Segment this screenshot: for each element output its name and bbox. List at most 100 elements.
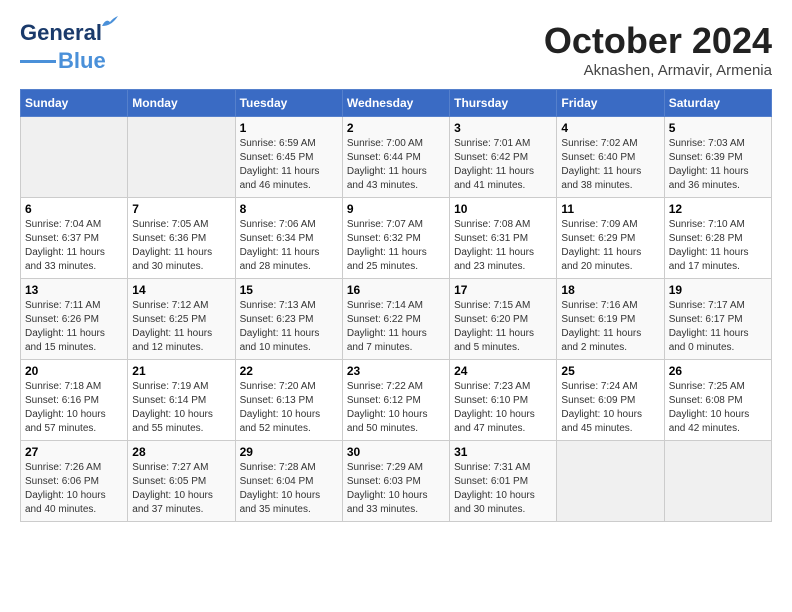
day-number: 7	[132, 202, 230, 216]
calendar-cell: 7Sunrise: 7:05 AMSunset: 6:36 PMDaylight…	[128, 198, 235, 279]
day-number: 2	[347, 121, 445, 135]
calendar-week-row: 27 Sunrise: 7:26 AMSunset: 6:06 PMDayligh…	[21, 441, 772, 522]
calendar-cell	[21, 117, 128, 198]
weekday-header: Monday	[128, 90, 235, 117]
calendar-cell: 28 Sunrise: 7:27 AMSunset: 6:05 PMDayligh…	[128, 441, 235, 522]
calendar-cell: 3Sunrise: 7:01 AMSunset: 6:42 PMDaylight…	[450, 117, 557, 198]
calendar-week-row: 20 Sunrise: 7:18 AMSunset: 6:16 PMDayligh…	[21, 360, 772, 441]
day-detail: Sunrise: 7:31 AMSunset: 6:01 PMDaylight:…	[454, 461, 552, 517]
calendar-cell: 2 Sunrise: 7:00 AMSunset: 6:44 PMDaylight…	[342, 117, 449, 198]
day-detail: Sunrise: 7:23 AMSunset: 6:10 PMDaylight:…	[454, 380, 552, 436]
day-detail: Sunrise: 7:11 AMSunset: 6:26 PMDaylight:…	[25, 299, 123, 355]
calendar-cell: 15 Sunrise: 7:13 AMSunset: 6:23 PMDayligh…	[235, 279, 342, 360]
day-number: 22	[240, 364, 338, 378]
day-number: 13	[25, 283, 123, 297]
day-detail: Sunrise: 7:26 AMSunset: 6:06 PMDaylight:…	[25, 461, 123, 517]
location: Aknashen, Armavir, Armenia	[544, 62, 772, 79]
logo-general: General	[20, 20, 102, 45]
day-number: 15	[240, 283, 338, 297]
day-number: 16	[347, 283, 445, 297]
calendar-cell: 11 Sunrise: 7:09 AMSunset: 6:29 PMDayligh…	[557, 198, 664, 279]
calendar-cell: 29 Sunrise: 7:28 AMSunset: 6:04 PMDayligh…	[235, 441, 342, 522]
weekday-header: Saturday	[664, 90, 771, 117]
day-detail: Sunrise: 7:17 AMSunset: 6:17 PMDaylight:…	[669, 299, 767, 355]
calendar-cell: 21 Sunrise: 7:19 AMSunset: 6:14 PMDayligh…	[128, 360, 235, 441]
day-number: 11	[561, 202, 659, 216]
logo-blue: Blue	[58, 48, 106, 74]
day-detail: Sunrise: 7:03 AMSunset: 6:39 PMDaylight:…	[669, 137, 767, 193]
calendar-cell: 5 Sunrise: 7:03 AMSunset: 6:39 PMDaylight…	[664, 117, 771, 198]
day-detail: Sunrise: 7:13 AMSunset: 6:23 PMDaylight:…	[240, 299, 338, 355]
day-number: 9	[347, 202, 445, 216]
day-number: 4	[561, 121, 659, 135]
day-number: 25	[561, 364, 659, 378]
day-detail: Sunrise: 7:14 AMSunset: 6:22 PMDaylight:…	[347, 299, 445, 355]
weekday-header: Wednesday	[342, 90, 449, 117]
day-number: 23	[347, 364, 445, 378]
day-detail: Sunrise: 7:04 AMSunset: 6:37 PMDaylight:…	[25, 218, 123, 274]
day-detail: Sunrise: 7:09 AMSunset: 6:29 PMDaylight:…	[561, 218, 659, 274]
calendar-week-row: 6 Sunrise: 7:04 AMSunset: 6:37 PMDaylight…	[21, 198, 772, 279]
day-detail: Sunrise: 7:20 AMSunset: 6:13 PMDaylight:…	[240, 380, 338, 436]
day-detail: Sunrise: 7:18 AMSunset: 6:16 PMDaylight:…	[25, 380, 123, 436]
day-detail: Sunrise: 7:01 AMSunset: 6:42 PMDaylight:…	[454, 137, 552, 193]
calendar-cell: 20 Sunrise: 7:18 AMSunset: 6:16 PMDayligh…	[21, 360, 128, 441]
calendar-cell: 26Sunrise: 7:25 AMSunset: 6:08 PMDayligh…	[664, 360, 771, 441]
day-number: 5	[669, 121, 767, 135]
day-detail: Sunrise: 7:28 AMSunset: 6:04 PMDaylight:…	[240, 461, 338, 517]
day-number: 27	[25, 445, 123, 459]
day-number: 19	[669, 283, 767, 297]
calendar-week-row: 1 Sunrise: 6:59 AMSunset: 6:45 PMDaylight…	[21, 117, 772, 198]
day-number: 21	[132, 364, 230, 378]
day-number: 1	[240, 121, 338, 135]
day-detail: Sunrise: 6:59 AMSunset: 6:45 PMDaylight:…	[240, 137, 338, 193]
weekday-header: Friday	[557, 90, 664, 117]
day-number: 12	[669, 202, 767, 216]
calendar-cell: 17 Sunrise: 7:15 AMSunset: 6:20 PMDayligh…	[450, 279, 557, 360]
day-number: 28	[132, 445, 230, 459]
day-detail: Sunrise: 7:16 AMSunset: 6:19 PMDaylight:…	[561, 299, 659, 355]
calendar-cell: 1 Sunrise: 6:59 AMSunset: 6:45 PMDaylight…	[235, 117, 342, 198]
calendar-cell: 23 Sunrise: 7:22 AMSunset: 6:12 PMDayligh…	[342, 360, 449, 441]
calendar-cell	[664, 441, 771, 522]
weekday-header-row: SundayMondayTuesdayWednesdayThursdayFrid…	[21, 90, 772, 117]
day-detail: Sunrise: 7:10 AMSunset: 6:28 PMDaylight:…	[669, 218, 767, 274]
calendar-cell: 18 Sunrise: 7:16 AMSunset: 6:19 PMDayligh…	[557, 279, 664, 360]
day-detail: Sunrise: 7:22 AMSunset: 6:12 PMDaylight:…	[347, 380, 445, 436]
logo: General Blue	[20, 20, 106, 74]
calendar-cell: 25 Sunrise: 7:24 AMSunset: 6:09 PMDayligh…	[557, 360, 664, 441]
calendar-cell: 31 Sunrise: 7:31 AMSunset: 6:01 PMDayligh…	[450, 441, 557, 522]
day-detail: Sunrise: 7:15 AMSunset: 6:20 PMDaylight:…	[454, 299, 552, 355]
day-number: 8	[240, 202, 338, 216]
day-number: 6	[25, 202, 123, 216]
day-detail: Sunrise: 7:02 AMSunset: 6:40 PMDaylight:…	[561, 137, 659, 193]
day-number: 24	[454, 364, 552, 378]
day-number: 31	[454, 445, 552, 459]
calendar-cell: 22 Sunrise: 7:20 AMSunset: 6:13 PMDayligh…	[235, 360, 342, 441]
day-detail: Sunrise: 7:24 AMSunset: 6:09 PMDaylight:…	[561, 380, 659, 436]
calendar-cell	[557, 441, 664, 522]
day-detail: Sunrise: 7:00 AMSunset: 6:44 PMDaylight:…	[347, 137, 445, 193]
day-detail: Sunrise: 7:12 AMSunset: 6:25 PMDaylight:…	[132, 299, 230, 355]
calendar-week-row: 13 Sunrise: 7:11 AMSunset: 6:26 PMDayligh…	[21, 279, 772, 360]
day-number: 18	[561, 283, 659, 297]
month-title: October 2024	[544, 20, 772, 62]
day-number: 29	[240, 445, 338, 459]
calendar-cell: 4 Sunrise: 7:02 AMSunset: 6:40 PMDaylight…	[557, 117, 664, 198]
day-detail: Sunrise: 7:27 AMSunset: 6:05 PMDaylight:…	[132, 461, 230, 517]
calendar-cell: 8 Sunrise: 7:06 AMSunset: 6:34 PMDaylight…	[235, 198, 342, 279]
calendar-cell: 6 Sunrise: 7:04 AMSunset: 6:37 PMDaylight…	[21, 198, 128, 279]
day-number: 14	[132, 283, 230, 297]
calendar-cell: 14 Sunrise: 7:12 AMSunset: 6:25 PMDayligh…	[128, 279, 235, 360]
day-number: 20	[25, 364, 123, 378]
calendar-cell: 12 Sunrise: 7:10 AMSunset: 6:28 PMDayligh…	[664, 198, 771, 279]
calendar-cell: 16 Sunrise: 7:14 AMSunset: 6:22 PMDayligh…	[342, 279, 449, 360]
day-number: 26	[669, 364, 767, 378]
calendar-cell: 24 Sunrise: 7:23 AMSunset: 6:10 PMDayligh…	[450, 360, 557, 441]
day-number: 17	[454, 283, 552, 297]
calendar-cell	[128, 117, 235, 198]
day-detail: Sunrise: 7:19 AMSunset: 6:14 PMDaylight:…	[132, 380, 230, 436]
day-detail: Sunrise: 7:06 AMSunset: 6:34 PMDaylight:…	[240, 218, 338, 274]
title-block: October 2024 Aknashen, Armavir, Armenia	[544, 20, 772, 79]
page-header: General Blue October 2024 Aknashen, Arma…	[20, 20, 772, 79]
